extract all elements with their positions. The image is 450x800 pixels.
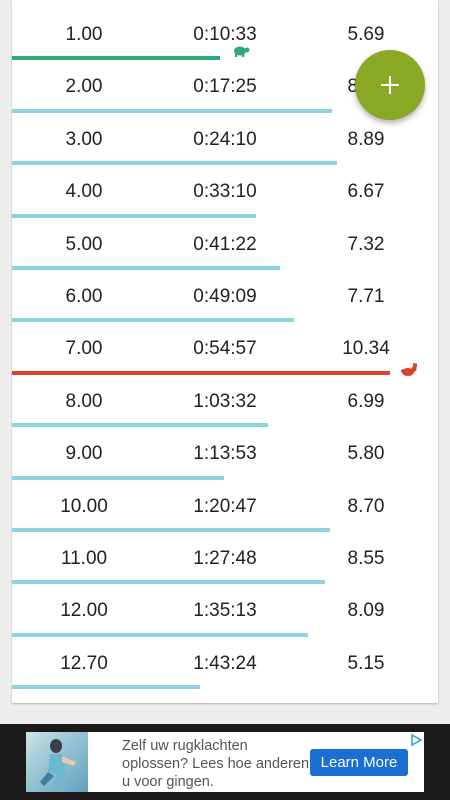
learn-more-button[interactable]: Learn More	[310, 749, 408, 776]
speed-bar	[12, 632, 308, 637]
split-row[interactable]: 9.00 1:13:53 5.80	[12, 429, 438, 481]
speed-bar	[12, 475, 224, 480]
split-row[interactable]: 12.00 1:35:13 8.09	[12, 586, 438, 638]
speed-bar	[12, 318, 294, 323]
ad-choices-icon[interactable]	[408, 732, 424, 748]
ad-image[interactable]	[26, 732, 88, 792]
speed-bar	[12, 685, 200, 690]
turtle-icon	[234, 46, 250, 58]
split-row[interactable]: 5.00 0:41:22 7.32	[12, 220, 438, 272]
speed-bar	[12, 108, 332, 113]
ad-content[interactable]: Zelf uw rugklachten oplossen? Lees hoe a…	[26, 732, 424, 792]
speed-bar	[12, 423, 268, 428]
speed-bar	[12, 161, 337, 166]
splits-screen: 1.000:10:335.692.000:17:258.743.000:24:1…	[0, 0, 450, 800]
split-row[interactable]: 6.00 0:49:09 7.71	[12, 272, 438, 324]
split-row[interactable]: 3.00 0:24:10 8.89	[12, 115, 438, 167]
split-row[interactable]: 4.00 0:33:10 6.67	[12, 167, 438, 219]
speed-bar	[12, 527, 330, 532]
speed-bar	[12, 56, 220, 61]
split-row[interactable]: 7.00 0:54:57 10.34	[12, 324, 438, 376]
speed-bar	[12, 265, 280, 270]
split-row[interactable]: 11.00 1:27:48 8.55	[12, 534, 438, 586]
ad-text[interactable]: Zelf uw rugklachten oplossen? Lees hoe a…	[122, 737, 312, 791]
rabbit-icon	[400, 362, 417, 376]
add-fab-button[interactable]	[355, 50, 425, 120]
split-row[interactable]: 10.00 1:20:47 8.70	[12, 482, 438, 534]
speed-bar	[12, 580, 325, 585]
speed-bar	[12, 213, 256, 218]
split-row[interactable]: 12.70 1:43:24 5.15	[12, 639, 438, 691]
speed-bar	[12, 370, 390, 375]
ad-banner[interactable]: Zelf uw rugklachten oplossen? Lees hoe a…	[0, 724, 450, 800]
plus-icon	[381, 76, 399, 94]
split-row[interactable]: 8.00 1:03:32 6.99	[12, 377, 438, 429]
